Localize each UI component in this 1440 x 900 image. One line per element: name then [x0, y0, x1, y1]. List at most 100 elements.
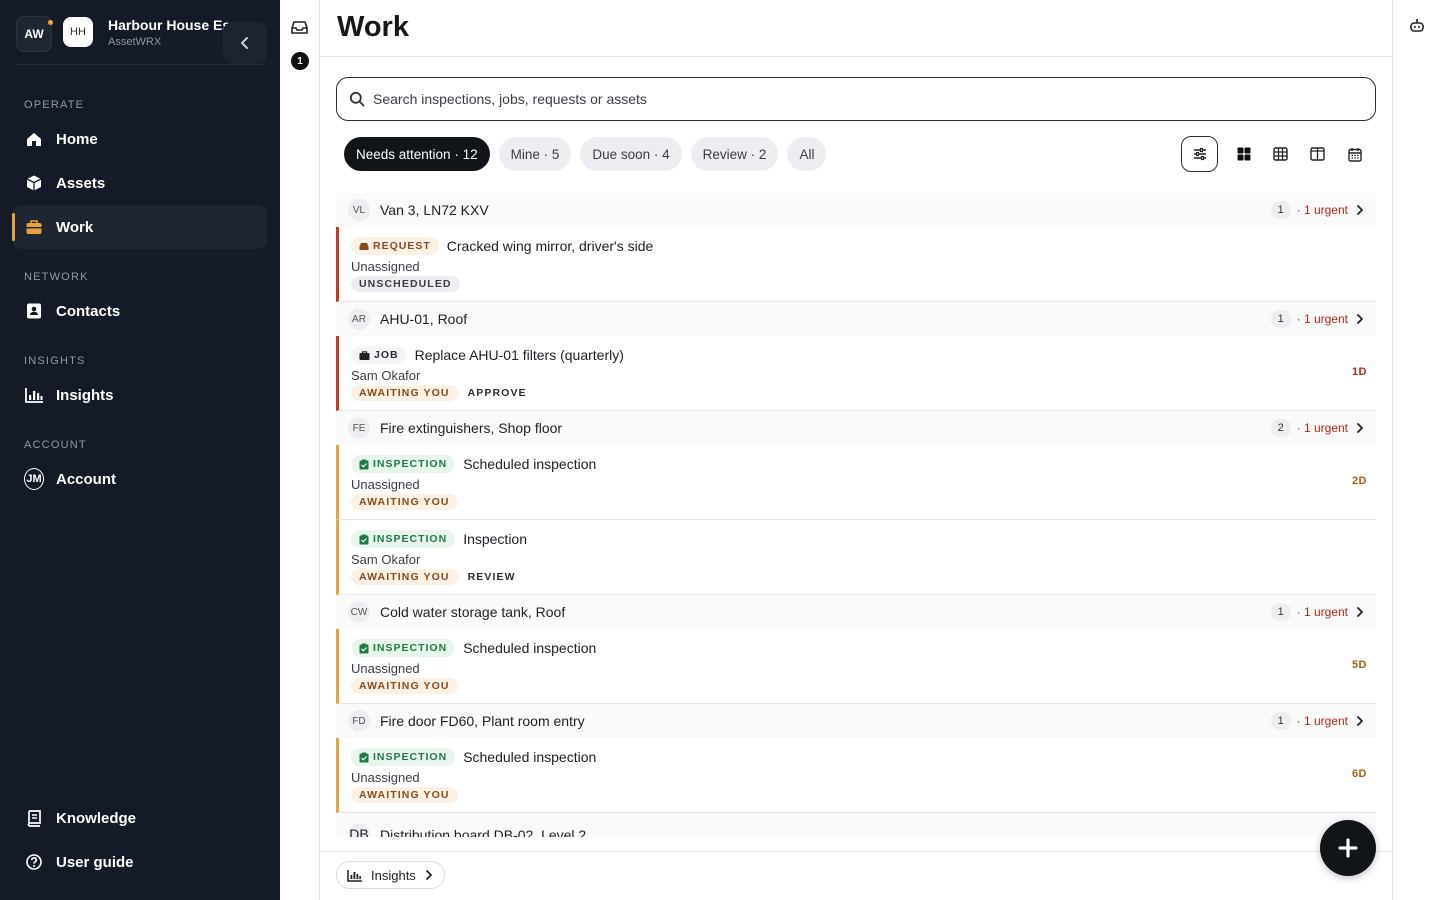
- view-switcher: [1181, 136, 1373, 172]
- assignee: Sam Okafor: [351, 368, 421, 383]
- work-item-title: Scheduled inspection: [463, 749, 597, 765]
- filter-mine[interactable]: Mine · 5: [498, 137, 572, 171]
- view-split-button[interactable]: [1299, 136, 1336, 172]
- inbox-rail: 1: [280, 0, 320, 900]
- inbox-button[interactable]: [291, 19, 308, 35]
- due-indicator: 5D: [1351, 659, 1367, 671]
- chevron-right-icon: [1357, 716, 1363, 726]
- search-bar[interactable]: [336, 77, 1376, 121]
- assistant-button[interactable]: [1409, 18, 1425, 34]
- sidebar-item-label: Knowledge: [56, 809, 137, 827]
- book-icon: [24, 808, 44, 828]
- asset-name: Fire extinguishers, Shop floor: [380, 420, 563, 436]
- urgent-count: · 1 urgent: [1296, 312, 1348, 326]
- item-count-badge: 2: [1270, 419, 1291, 437]
- sidebar-item-label: Account: [56, 470, 116, 488]
- filter-needs-attention[interactable]: Needs attention · 12: [344, 137, 490, 171]
- sidebar-item-label: Insights: [56, 386, 114, 404]
- type-label: REQUEST: [373, 240, 431, 252]
- app-logo: AW: [16, 16, 53, 52]
- item-count-badge: 1: [1270, 712, 1291, 730]
- box-icon: [24, 173, 44, 193]
- work-item[interactable]: INSPECTION Scheduled inspection Unassign…: [336, 738, 1376, 813]
- filter-due-soon[interactable]: Due soon · 4: [580, 137, 682, 171]
- asset-group-header[interactable]: FE Fire extinguishers, Shop floor 2 · 1 …: [336, 411, 1376, 445]
- plus-icon: [1338, 838, 1358, 858]
- sidebar-item-work[interactable]: Work: [12, 205, 267, 249]
- view-cards-button[interactable]: [1225, 136, 1262, 172]
- briefcase-icon: [24, 217, 44, 237]
- search-icon: [349, 91, 365, 107]
- logo-dot: [48, 20, 53, 25]
- group-meta: 1 · 1 urgent: [1270, 310, 1366, 328]
- sidebar-item-home[interactable]: Home: [12, 117, 267, 161]
- asset-group-header[interactable]: FD Fire door FD60, Plant room entry 1 · …: [336, 704, 1376, 738]
- search-input[interactable]: [373, 91, 1273, 107]
- clipboard-icon: [359, 643, 369, 653]
- sliders-icon: [1193, 147, 1206, 161]
- group-meta: 1 · 1 urgent: [1270, 603, 1366, 621]
- assignee: Unassigned: [351, 661, 420, 676]
- status-tag: UNSCHEDULED: [351, 276, 460, 292]
- asset-group-header[interactable]: VL Van 3, LN72 KXV 1 · 1 urgent: [336, 193, 1376, 227]
- asset-group-header-partial[interactable]: DB Distribution board DB-02, Level 2: [336, 813, 1376, 837]
- status-tag: AWAITING YOU: [351, 569, 458, 585]
- account-avatar: JM: [24, 468, 44, 490]
- account-initials: JM: [24, 468, 44, 490]
- work-item[interactable]: INSPECTION Inspection Sam Okafor AWAITIN…: [336, 520, 1376, 595]
- asset-name: Distribution board DB-02, Level 2: [380, 827, 587, 837]
- filter-review[interactable]: Review · 2: [690, 137, 779, 171]
- bar-chart-icon: [347, 869, 362, 882]
- create-work-button[interactable]: [1320, 820, 1376, 876]
- type-label: INSPECTION: [373, 642, 448, 654]
- work-item[interactable]: INSPECTION Scheduled inspection Unassign…: [336, 445, 1376, 520]
- asset-name: Fire door FD60, Plant room entry: [380, 713, 585, 729]
- sidebar-item-contacts[interactable]: Contacts: [12, 289, 267, 333]
- asset-group-header[interactable]: AR AHU-01, Roof 1 · 1 urgent: [336, 302, 1376, 336]
- assignee: Unassigned: [351, 770, 420, 785]
- bottom-bar: Insights: [320, 851, 1392, 900]
- assignee: Sam Okafor: [351, 552, 421, 567]
- due-indicator: 2D: [1351, 475, 1367, 487]
- insights-link-button[interactable]: Insights: [336, 861, 445, 889]
- work-item-title: Scheduled inspection: [463, 640, 597, 656]
- status-tag: AWAITING YOU: [351, 678, 458, 694]
- status-tag: AWAITING YOU: [351, 385, 458, 401]
- sidebar-item-assets[interactable]: Assets: [12, 161, 267, 205]
- sidebar-item-label: Work: [56, 218, 94, 236]
- work-item[interactable]: JOB Replace AHU-01 filters (quarterly) S…: [336, 336, 1376, 411]
- type-badge-inspection: INSPECTION: [351, 639, 456, 657]
- work-item[interactable]: INSPECTION Scheduled inspection Unassign…: [336, 629, 1376, 704]
- section-operate: OPERATE: [24, 99, 85, 111]
- sidebar-item-label: Home: [56, 130, 98, 148]
- inbox-icon: [291, 21, 308, 34]
- sidebar-item-user-guide[interactable]: User guide: [12, 840, 267, 884]
- org-switcher[interactable]: AW HH Harbour House Es... AssetWRX: [16, 14, 268, 64]
- work-item[interactable]: REQUEST Cracked wing mirror, driver's si…: [336, 227, 1376, 302]
- sidebar-item-account[interactable]: JM Account: [12, 457, 267, 501]
- action-tag: APPROVE: [467, 387, 527, 399]
- assignee: Unassigned: [351, 477, 420, 492]
- asset-group-header[interactable]: CW Cold water storage tank, Roof 1 · 1 u…: [336, 595, 1376, 629]
- chevron-left-icon: [241, 37, 248, 49]
- bar-chart-icon: [24, 385, 44, 405]
- asset-avatar: DB: [348, 823, 370, 837]
- item-count-badge: 1: [1270, 201, 1291, 219]
- clipboard-icon: [359, 459, 369, 469]
- sidebar-item-insights[interactable]: Insights: [12, 373, 267, 417]
- action-tag: REVIEW: [467, 571, 516, 583]
- view-calendar-button[interactable]: [1336, 136, 1373, 172]
- chevron-right-icon: [425, 870, 432, 880]
- type-badge-inspection: INSPECTION: [351, 455, 456, 473]
- view-table-button[interactable]: [1262, 136, 1299, 172]
- help-icon: [24, 852, 44, 872]
- filter-settings-button[interactable]: [1181, 136, 1218, 172]
- type-badge-job: JOB: [351, 346, 407, 364]
- collapse-sidebar-button[interactable]: [223, 22, 267, 64]
- sidebar-divider: [16, 64, 264, 65]
- due-indicator: 1D: [1351, 366, 1367, 378]
- calendar-icon: [1347, 147, 1362, 162]
- sidebar-item-knowledge[interactable]: Knowledge: [12, 796, 267, 840]
- filter-all[interactable]: All: [787, 137, 827, 171]
- clipboard-icon: [359, 752, 369, 762]
